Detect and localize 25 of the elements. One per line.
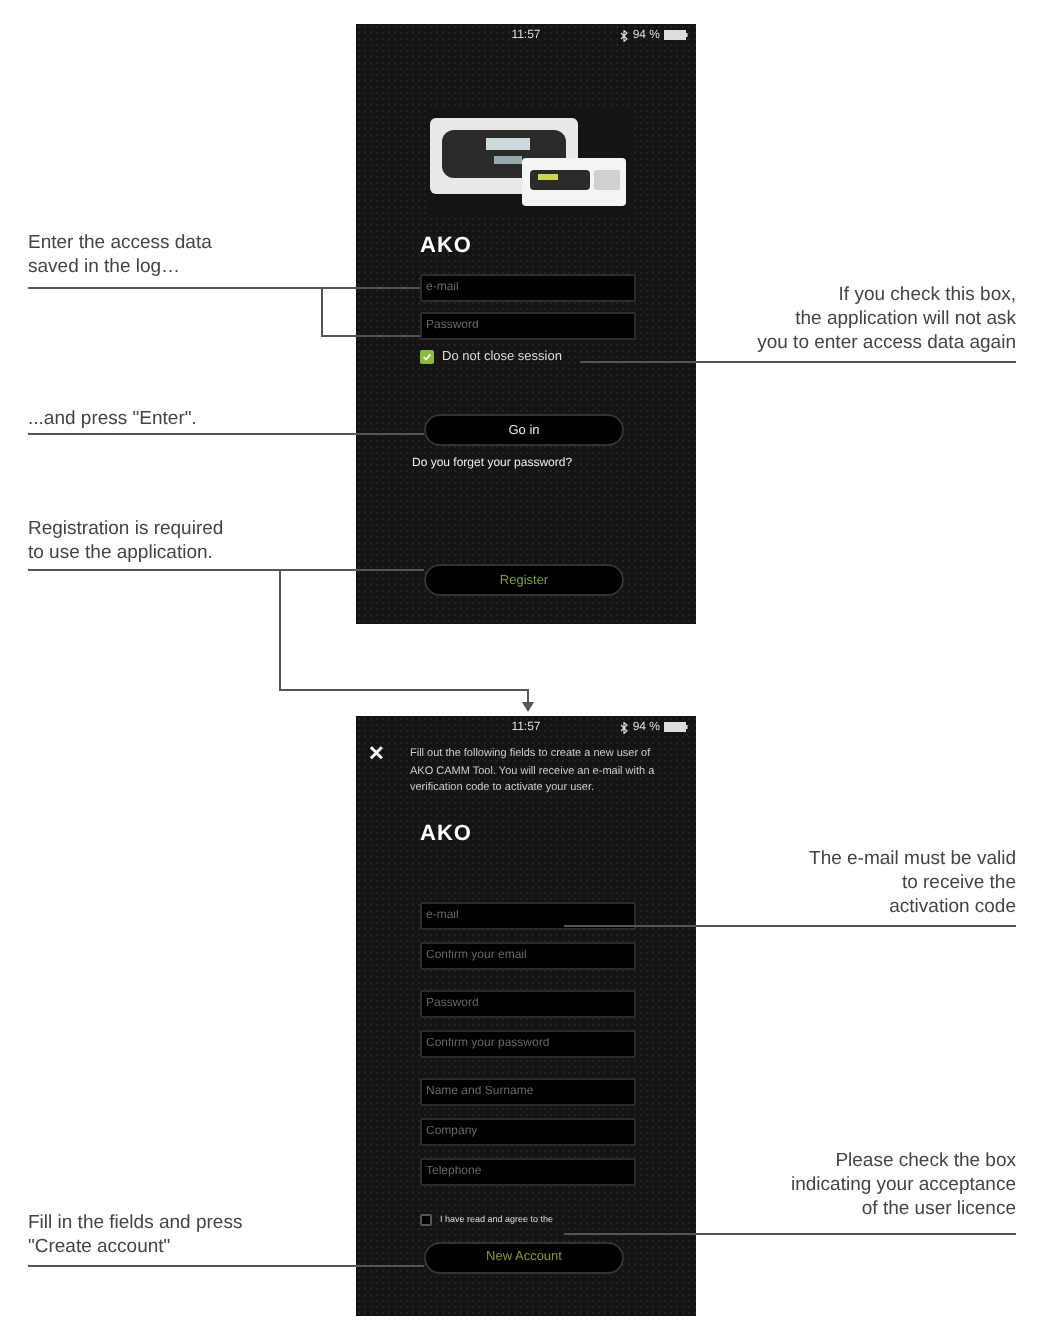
annotation-text: saved in the log… — [28, 256, 181, 280]
close-icon[interactable]: ✕ — [368, 744, 384, 768]
annotation-text: to use the application. — [28, 542, 213, 566]
annotation-text: to receive the — [901, 872, 1016, 896]
annotation-text: ...and press "Enter". — [28, 408, 197, 432]
checkbox[interactable] — [420, 350, 434, 364]
annotation-text: indicating your acceptance — [791, 1174, 1016, 1198]
annotation-text: of the user licence — [861, 1198, 1016, 1222]
annotation-text: Registration is required — [28, 518, 224, 542]
logo: AKO — [420, 821, 474, 845]
battery-icon — [664, 722, 688, 732]
annotation-text: the application will not ask — [795, 308, 1016, 332]
annotation-text: If you check this box, — [838, 284, 1016, 308]
annotation-text: you to enter access data again — [757, 332, 1016, 356]
annotation-text: Enter the access data — [28, 232, 212, 256]
annotation-text: activation code — [889, 896, 1016, 920]
annotation-text: The e-mail must be valid — [809, 848, 1016, 872]
bluetooth-icon — [620, 721, 629, 733]
bluetooth-icon — [620, 29, 629, 41]
annotation-text: Please check the box — [835, 1150, 1016, 1174]
annotation-text: "Create account" — [28, 1236, 171, 1260]
battery-icon — [664, 30, 688, 40]
logo: AKO — [420, 234, 474, 258]
checkbox[interactable] — [420, 1213, 432, 1225]
annotation-text: Fill in the fields and press — [28, 1212, 243, 1236]
